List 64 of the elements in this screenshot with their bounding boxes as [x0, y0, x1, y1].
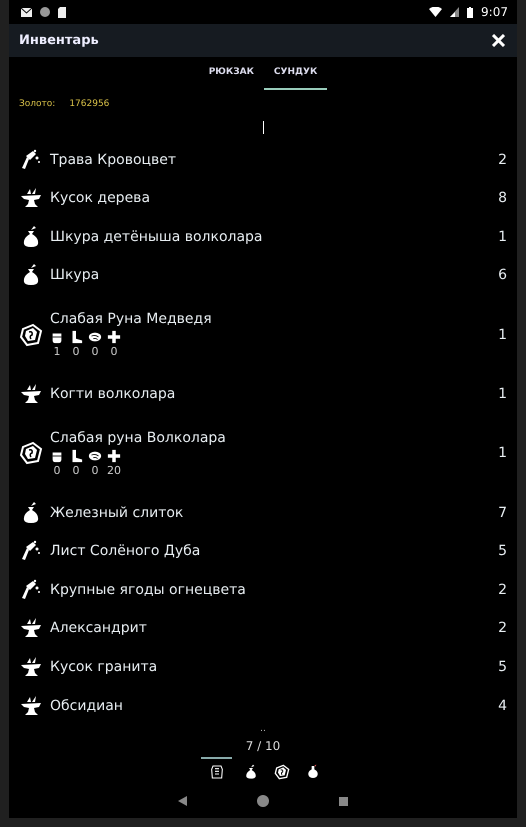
item-name[interactable]: Обсидиан: [50, 698, 498, 714]
stat-value: 20: [107, 464, 121, 477]
tab[interactable]: СУНДУК: [264, 56, 328, 90]
currency-label: Золото:: [19, 98, 56, 109]
brain-icon: [88, 330, 102, 344]
armor-icon: [208, 764, 224, 780]
item-count: 5: [498, 658, 507, 675]
battery-icon: [467, 6, 474, 18]
item-count: 2: [498, 152, 507, 168]
item-count: 1: [498, 228, 507, 245]
anvil-icon: [19, 382, 43, 406]
page-indicator: 7 / 10: [244, 738, 282, 753]
item-count: 2: [498, 582, 507, 598]
stat-value: 0: [54, 464, 60, 477]
stat-value: 0: [92, 464, 98, 477]
more-indicator: ..: [259, 724, 267, 733]
recents-icon[interactable]: [339, 796, 348, 806]
item-name[interactable]: Слабая Руна Медведя: [50, 311, 498, 328]
circle-icon: [40, 7, 50, 18]
cross-icon: [107, 330, 121, 344]
rune-icon: [19, 322, 43, 347]
item-name[interactable]: Кусок дерева: [50, 190, 498, 206]
wifi-icon: [429, 7, 442, 18]
item-name[interactable]: Лист Солёного Дуба: [50, 543, 498, 560]
stat-value: 0: [92, 345, 98, 358]
item-count: 2: [498, 620, 507, 636]
stat-value: 0: [72, 345, 80, 358]
clock-time: 9:07: [481, 5, 508, 20]
currency-amount: 1762956: [69, 98, 110, 109]
item-count: 8: [498, 190, 507, 206]
item-count: 1: [498, 445, 507, 462]
item-name[interactable]: Железный слиток: [50, 504, 498, 521]
herb-icon: [19, 148, 43, 172]
stat-value: 0: [110, 345, 118, 358]
item-name[interactable]: Когти волколара: [50, 386, 498, 402]
cross-icon: [107, 448, 121, 463]
item-name[interactable]: Крупные ягоды огнецвета: [50, 582, 498, 598]
item-name[interactable]: Кусок гранита: [50, 658, 498, 675]
item-count: 7: [498, 504, 507, 521]
item-name[interactable]: Александрит: [50, 620, 498, 636]
herb-icon: [19, 578, 43, 602]
stat-value: 1: [54, 345, 60, 358]
rune-icon: [19, 441, 43, 466]
item-count: 1: [498, 386, 507, 402]
brain-icon: [88, 448, 102, 463]
home-icon[interactable]: [257, 795, 269, 808]
item-count: 1: [498, 326, 507, 343]
rune-icon: [274, 764, 290, 780]
item-name[interactable]: Шкура: [50, 267, 498, 284]
item-count: 5: [498, 543, 507, 560]
item-name[interactable]: Шкура детёныша волколара: [50, 228, 498, 245]
sd-card-icon: [58, 6, 66, 18]
item-name[interactable]: Слабая руна Волколара: [50, 430, 498, 446]
item-name[interactable]: Трава Кровоцвет: [50, 152, 498, 168]
item-count: 6: [498, 267, 507, 284]
anvil-icon: [19, 654, 43, 679]
item-count: 4: [498, 698, 507, 714]
anvil-icon: [19, 694, 43, 718]
stat-value: 0: [72, 464, 80, 477]
signal-icon: [450, 7, 460, 18]
mail-icon: [21, 8, 32, 17]
screen-title: Инвентарь: [19, 33, 100, 48]
tab[interactable]: РЮКЗАК: [198, 56, 264, 90]
back-icon[interactable]: [178, 796, 187, 806]
